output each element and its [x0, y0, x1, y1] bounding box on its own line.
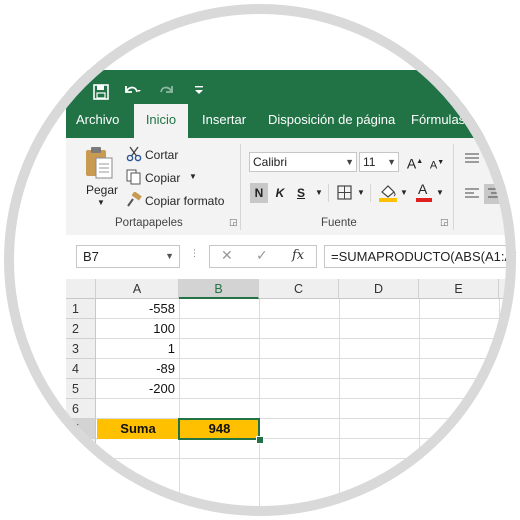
- formula-input[interactable]: =SUMAPRODUCTO(ABS(A1:A5: [324, 245, 516, 268]
- chevron-down-icon: ▼: [387, 157, 396, 167]
- row-header-6[interactable]: 6: [66, 399, 96, 419]
- row-header-4[interactable]: 4: [66, 359, 96, 379]
- format-divider: [328, 184, 329, 202]
- grid-line: [96, 458, 516, 459]
- column-header-d[interactable]: D: [339, 279, 419, 299]
- row-header-empty: [66, 439, 96, 516]
- copy-icon: [126, 169, 142, 190]
- grow-font-button[interactable]: A▲: [406, 152, 424, 172]
- cell-a1[interactable]: -558: [97, 299, 179, 319]
- tab-archivo[interactable]: Archivo: [76, 104, 126, 138]
- active-cell-border: [178, 418, 260, 440]
- column-header-c[interactable]: C: [259, 279, 339, 299]
- undo-icon[interactable]: [122, 82, 144, 106]
- font-group-label: Fuente: [321, 217, 357, 229]
- chevron-down-icon: ▼: [345, 157, 354, 167]
- grid-line: [179, 299, 180, 516]
- font-size-value: 11: [363, 155, 376, 169]
- copy-button[interactable]: Copiar: [145, 171, 180, 185]
- name-box-value: B7: [83, 249, 99, 264]
- format-divider: [370, 184, 371, 202]
- paste-button[interactable]: Pegar: [86, 183, 118, 197]
- column-header-b[interactable]: B: [179, 279, 259, 299]
- cut-button[interactable]: Cortar: [145, 148, 178, 162]
- redo-icon[interactable]: [156, 82, 178, 106]
- formula-bar: B7 ▼ ⋮ ✕ ✓ fx =SUMAPRODUCTO(ABS(A1:A5: [66, 235, 516, 280]
- spreadsheet-grid: A B C D E 1 2 3 4 5 6 7 -558 100 1 -89 -…: [66, 279, 516, 516]
- fill-handle[interactable]: [256, 436, 264, 444]
- align-left-icon[interactable]: [464, 187, 480, 206]
- fill-color-icon[interactable]: [379, 183, 397, 207]
- align-center-button[interactable]: [484, 184, 506, 204]
- italic-button[interactable]: K: [271, 183, 289, 203]
- ribbon-home: Pegar ▼ Cortar Copiar ▼ Copiar formato P…: [66, 138, 516, 236]
- bold-button[interactable]: N: [250, 183, 268, 203]
- grid-line: [339, 299, 340, 516]
- insert-function-button[interactable]: fx: [292, 248, 304, 263]
- format-painter-button[interactable]: Copiar formato: [145, 194, 224, 208]
- grip-icon: ⋮: [190, 248, 199, 258]
- magnifier-lens: Archivo Inicio Insertar Disposición de p…: [4, 4, 516, 516]
- excel-window: Archivo Inicio Insertar Disposición de p…: [4, 4, 516, 516]
- font-color-dropdown-icon[interactable]: ▼: [436, 188, 444, 197]
- font-color-swatch: [416, 198, 432, 202]
- chevron-down-icon[interactable]: ▼: [165, 246, 174, 267]
- cell-a2[interactable]: 100: [97, 319, 179, 339]
- tab-inicio[interactable]: Inicio: [134, 104, 188, 138]
- font-launcher-icon[interactable]: ◲: [440, 217, 449, 228]
- grid-line: [419, 299, 420, 516]
- cell-a3[interactable]: 1: [97, 339, 179, 359]
- font-color-letter: A: [418, 181, 428, 197]
- font-size-combo[interactable]: 11 ▼: [359, 152, 399, 172]
- cell-a5[interactable]: -200: [97, 379, 179, 399]
- align-top-icon[interactable]: [464, 152, 480, 171]
- group-divider: [240, 144, 241, 230]
- column-header-next[interactable]: [499, 279, 516, 299]
- row-header-7[interactable]: 7: [66, 419, 96, 439]
- cell-a4[interactable]: -89: [97, 359, 179, 379]
- cancel-icon[interactable]: ✕: [221, 247, 233, 264]
- name-box[interactable]: B7 ▼: [76, 245, 180, 268]
- save-icon[interactable]: [93, 84, 109, 106]
- format-painter-icon: [126, 191, 142, 213]
- row-header-1[interactable]: 1: [66, 299, 96, 319]
- row-header-5[interactable]: 5: [66, 379, 96, 399]
- group-divider: [453, 144, 454, 230]
- tab-disposicion[interactable]: Disposición de página: [268, 104, 398, 138]
- scissors-icon: [126, 146, 142, 167]
- grid-line: [259, 299, 260, 516]
- clipboard-group-label: Portapapeles: [115, 217, 183, 229]
- tab-formulas[interactable]: Fórmulas: [411, 104, 471, 138]
- ribbon-tabs: Archivo Inicio Insertar Disposición de p…: [66, 104, 516, 138]
- row-header-2[interactable]: 2: [66, 319, 96, 339]
- select-all-corner[interactable]: [66, 279, 96, 299]
- clipboard-launcher-icon[interactable]: ◲: [229, 217, 238, 228]
- column-header-a[interactable]: A: [96, 279, 179, 299]
- copy-dropdown-icon[interactable]: ▼: [189, 172, 197, 181]
- font-name-combo[interactable]: Calibri ▼: [249, 152, 357, 172]
- font-color-button[interactable]: A: [416, 181, 432, 202]
- grid-line: [499, 299, 500, 516]
- enter-icon[interactable]: ✓: [256, 247, 268, 264]
- fill-color-dropdown-icon[interactable]: ▼: [400, 188, 408, 197]
- row-header-3[interactable]: 3: [66, 339, 96, 359]
- underline-dropdown-icon[interactable]: ▼: [315, 188, 323, 197]
- tab-insertar[interactable]: Insertar: [202, 104, 252, 138]
- borders-icon[interactable]: [337, 185, 352, 205]
- font-name-value: Calibri: [253, 155, 288, 169]
- paste-icon[interactable]: [84, 146, 116, 185]
- column-header-e[interactable]: E: [419, 279, 499, 299]
- customize-icon[interactable]: [194, 83, 204, 104]
- shrink-font-button[interactable]: A▼: [428, 153, 446, 173]
- cell-a7[interactable]: Suma: [97, 419, 179, 439]
- formula-buttons: ✕ ✓ fx: [209, 245, 317, 268]
- borders-dropdown-icon[interactable]: ▼: [357, 188, 365, 197]
- paste-dropdown-icon[interactable]: ▼: [97, 198, 105, 207]
- underline-button[interactable]: S: [292, 183, 310, 203]
